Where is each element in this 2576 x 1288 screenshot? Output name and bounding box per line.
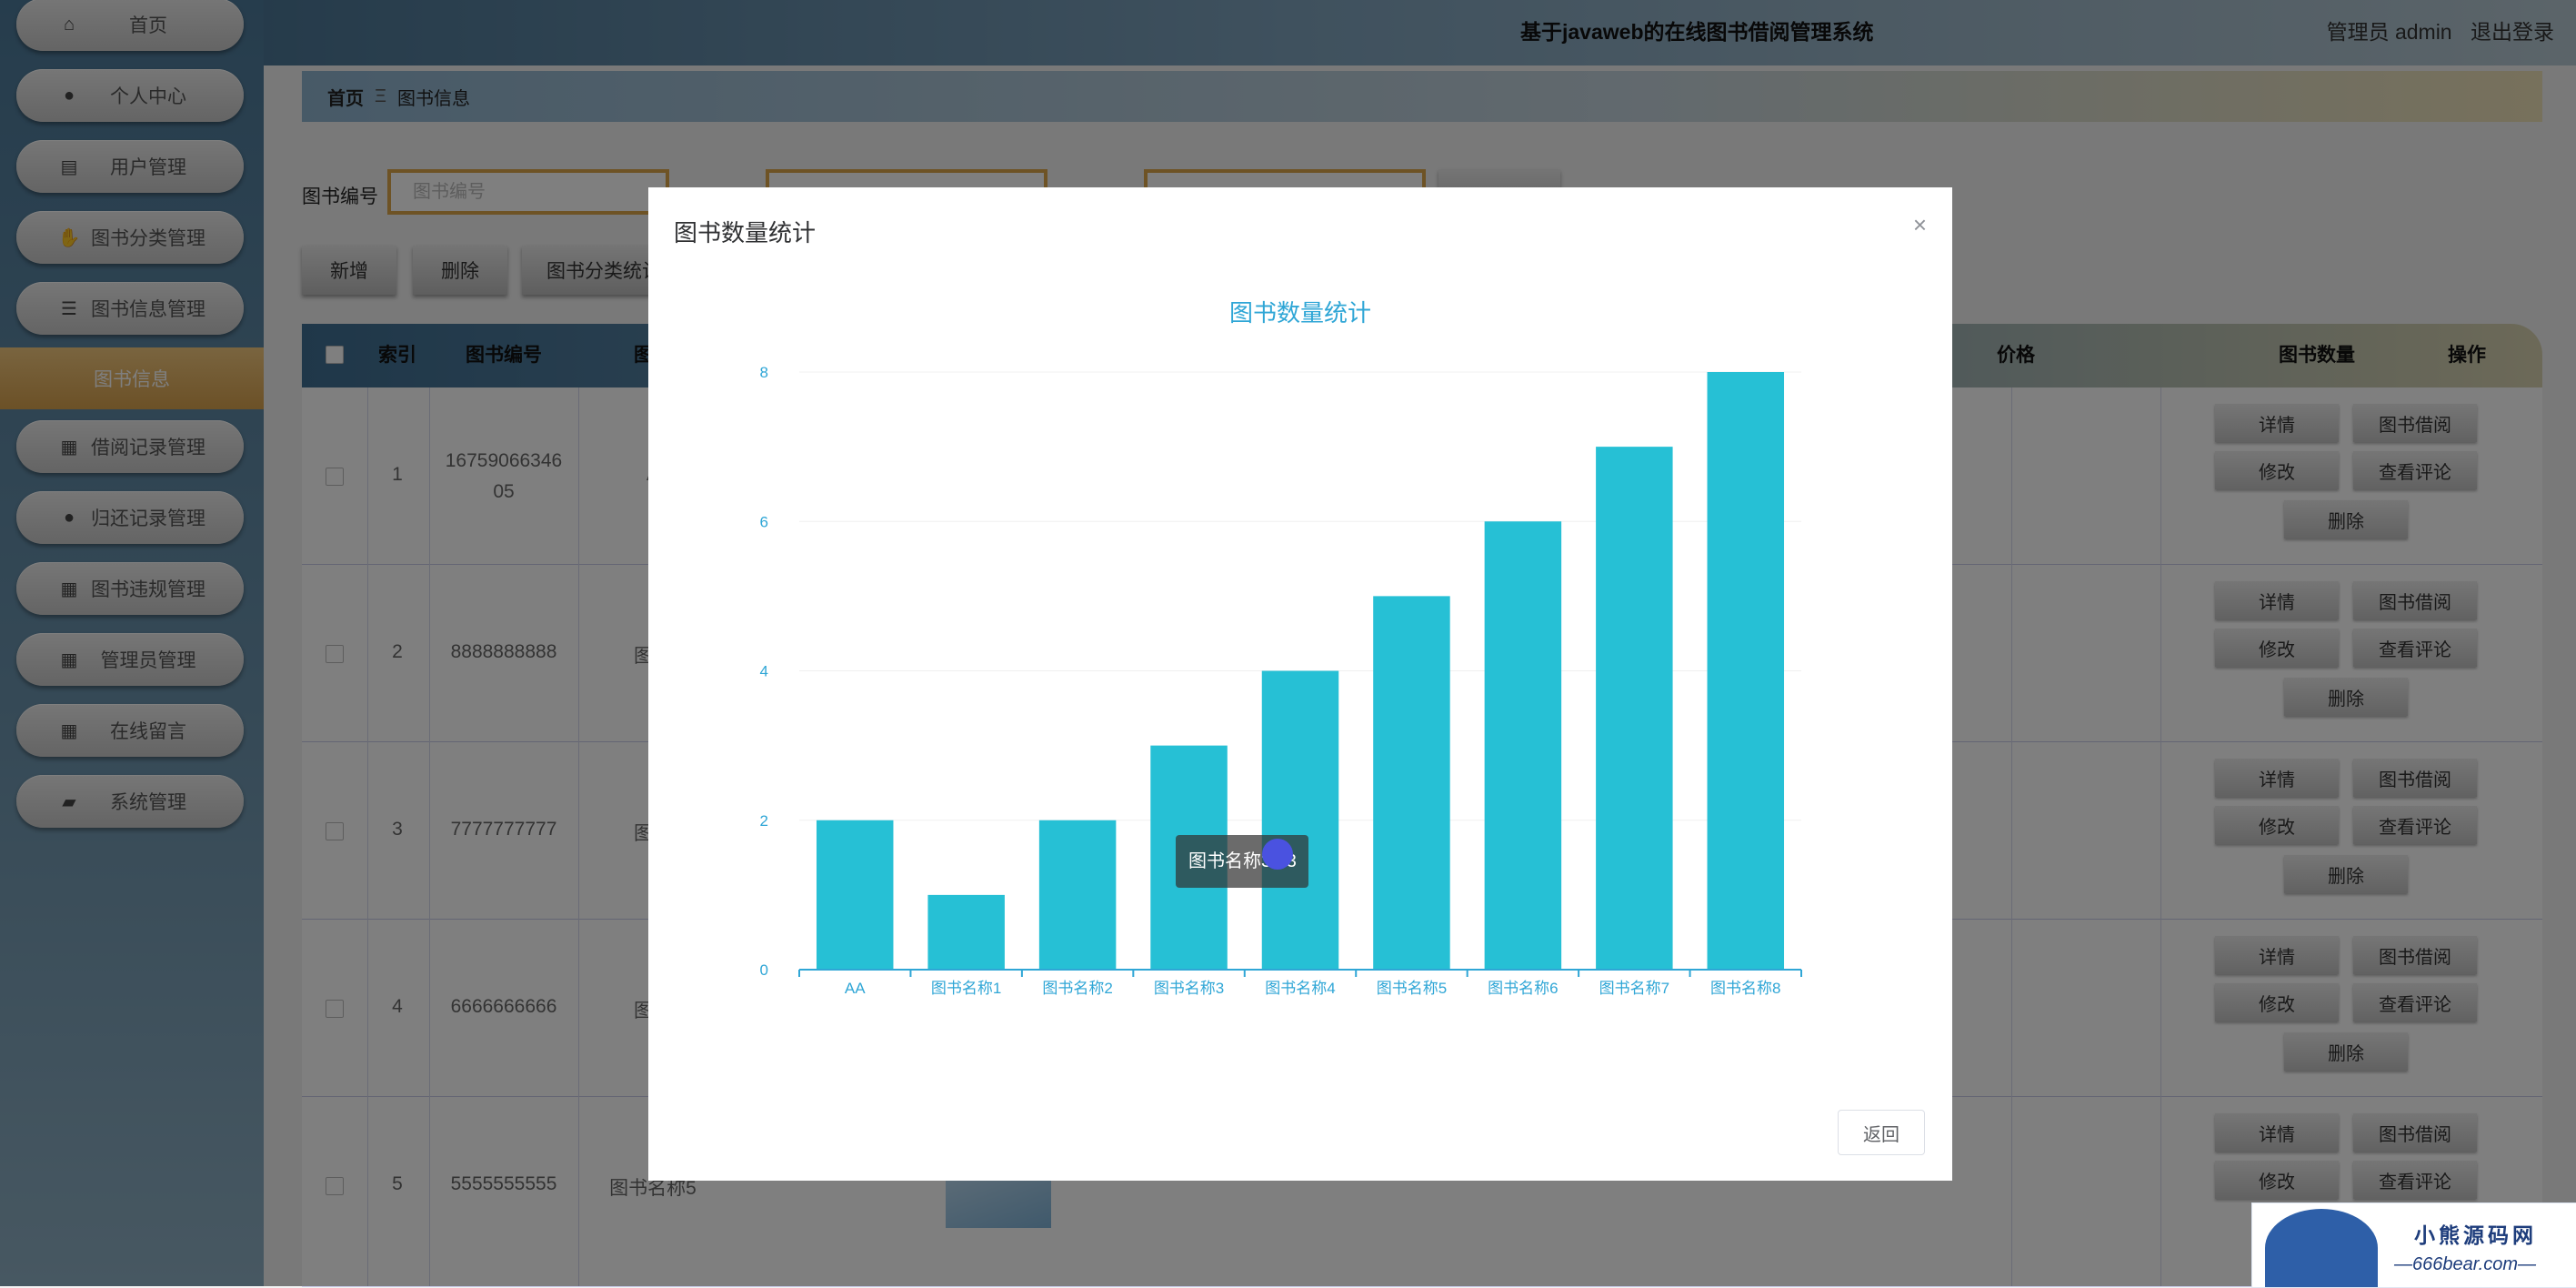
watermark-text: 小熊源码网 [2414,1223,2537,1247]
bar [1707,372,1785,970]
bear-logo-icon [2265,1209,2378,1287]
bar [1038,820,1117,970]
watermark-logo: 小熊源码网 —666bear.com— [2251,1202,2576,1288]
x-tick-label: 图书名称8 [1710,980,1780,997]
back-button-label: 返回 [1863,1124,1899,1145]
back-button[interactable]: 返回 [1838,1110,1925,1155]
bar [1596,447,1673,970]
x-tick-label: 图书名称5 [1377,980,1447,997]
bar [1373,596,1450,970]
bar [1484,521,1562,970]
y-tick-label: 0 [760,961,768,979]
y-tick-label: 4 [760,663,768,680]
pointer-cursor-icon [1262,839,1293,870]
watermark-url: —666bear.com— [2394,1254,2536,1274]
x-tick-label: 图书名称7 [1599,980,1669,997]
y-tick-label: 6 [760,513,768,530]
x-tick-label: 图书名称2 [1042,980,1112,997]
stats-dialog: 图书数量统计 × 图书数量统计 0 2 4 6 8 AA 图书名称1 图书名称2 图书名称3 图书… [648,187,1952,1181]
x-tick-label: AA [845,980,866,997]
bar [816,820,894,970]
bar [1261,670,1339,970]
x-tick-label: 图书名称4 [1265,980,1335,997]
x-tick-label: 图书名称6 [1488,980,1558,997]
bar [927,894,1005,970]
bar-chart: 0 2 4 6 8 AA 图书名称1 图书名称2 图书名称3 图书名称4 图书名称5 图书名称6 图书名… [760,364,1802,997]
y-tick-label: 2 [760,812,768,830]
x-tick-label: 图书名称1 [931,980,1001,997]
y-tick-label: 8 [760,364,768,381]
x-tick-label: 图书名称3 [1154,980,1224,997]
